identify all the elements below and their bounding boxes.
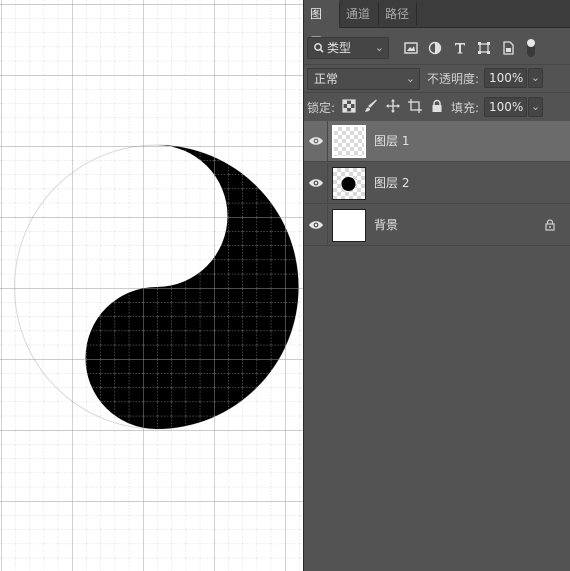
layer-thumbnail bbox=[332, 125, 366, 158]
lock-icon bbox=[544, 219, 556, 231]
shape-filter-icon[interactable] bbox=[477, 41, 491, 55]
blend-mode-value: 正常 bbox=[314, 72, 339, 86]
type-filter-icon[interactable] bbox=[453, 41, 467, 55]
image-filter-icon[interactable] bbox=[404, 41, 418, 55]
visibility-eye-icon[interactable] bbox=[308, 219, 324, 231]
tab-channels[interactable]: 通道 bbox=[340, 0, 378, 28]
blend-mode-dropdown[interactable]: 正常 ⌄ bbox=[307, 68, 420, 90]
lock-transparent-pixels-icon[interactable] bbox=[342, 99, 356, 113]
filter-kind-label: 类型 bbox=[327, 41, 352, 55]
fill-label: 填充: bbox=[451, 101, 480, 115]
visibility-separator bbox=[327, 163, 328, 204]
search-icon bbox=[313, 38, 325, 64]
layer-thumbnail bbox=[332, 167, 366, 200]
opacity-value: 100% bbox=[489, 71, 524, 85]
canvas-artwork bbox=[0, 0, 303, 571]
layer-row[interactable]: 图层 2 bbox=[304, 163, 570, 204]
opacity-label: 不透明度: bbox=[427, 72, 480, 86]
adjustment-filter-icon[interactable] bbox=[428, 41, 442, 55]
visibility-separator bbox=[327, 205, 328, 246]
smart-object-filter-icon[interactable] bbox=[501, 41, 515, 55]
chevron-down-icon: ⌄ bbox=[374, 41, 384, 54]
layer-name[interactable]: 图层 2 bbox=[374, 163, 409, 204]
lock-position-icon[interactable] bbox=[386, 99, 400, 113]
fill-input[interactable]: 100% ⌄ bbox=[484, 97, 543, 117]
layer-thumbnail bbox=[332, 209, 366, 242]
panel-tab-bar: 图层 通道 路径 bbox=[304, 0, 570, 49]
layer-filter-row: 类型 ⌄ bbox=[304, 33, 570, 63]
layer-row[interactable]: 图层 1 bbox=[304, 121, 570, 162]
layer-name[interactable]: 图层 1 bbox=[374, 121, 409, 162]
opacity-input[interactable]: 100% ⌄ bbox=[484, 68, 543, 88]
chevron-down-icon: ⌄ bbox=[405, 72, 415, 85]
visibility-separator bbox=[327, 121, 328, 162]
tab-paths[interactable]: 路径 bbox=[379, 0, 416, 28]
filter-toggle-icon[interactable] bbox=[526, 38, 536, 58]
lock-row: 锁定: 填充: 100% ⌄ bbox=[304, 92, 570, 120]
lock-label: 锁定: bbox=[307, 101, 336, 115]
layer-row[interactable]: 背景 bbox=[304, 205, 570, 246]
filter-kind-dropdown[interactable]: 类型 ⌄ bbox=[307, 37, 389, 59]
tab-layers[interactable]: 图层 bbox=[304, 0, 339, 49]
opacity-dropdown-button[interactable]: ⌄ bbox=[528, 68, 543, 88]
lock-artboard-icon[interactable] bbox=[408, 99, 422, 113]
lock-all-icon[interactable] bbox=[430, 99, 444, 113]
visibility-eye-icon[interactable] bbox=[308, 177, 324, 189]
blend-mode-row: 正常 ⌄ 不透明度: 100% ⌄ bbox=[304, 64, 570, 91]
document-canvas[interactable] bbox=[0, 0, 303, 571]
tab-separator bbox=[416, 3, 417, 25]
layers-panel: 图层 通道 路径 类型 ⌄ bbox=[304, 0, 570, 571]
fill-dropdown-button[interactable]: ⌄ bbox=[528, 97, 543, 117]
lock-image-pixels-icon[interactable] bbox=[364, 99, 378, 113]
fill-value: 100% bbox=[489, 100, 524, 114]
layer-name[interactable]: 背景 bbox=[374, 205, 398, 246]
visibility-eye-icon[interactable] bbox=[308, 135, 324, 147]
